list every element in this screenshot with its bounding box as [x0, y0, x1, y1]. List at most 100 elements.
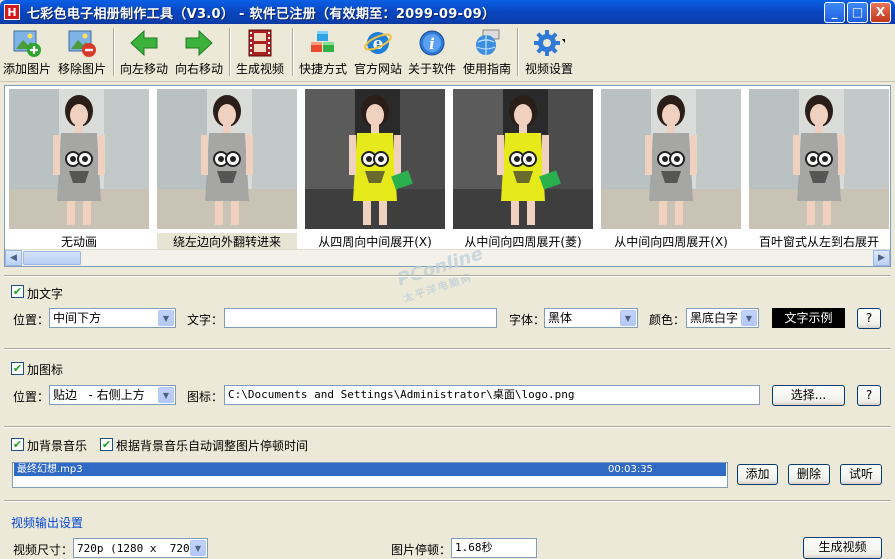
about-label: 关于软件: [407, 62, 456, 76]
pause-input[interactable]: 1.68秒: [451, 538, 537, 558]
remove-image-label: 移除图片: [57, 62, 106, 76]
maximize-button[interactable]: □: [847, 2, 868, 23]
svg-text:i: i: [429, 35, 435, 53]
video-output-title: 视频输出设置: [11, 516, 84, 530]
scroll-right-arrow-icon[interactable]: ▶: [873, 250, 890, 266]
remove-image-button[interactable]: 移除图片: [56, 26, 108, 78]
video-size-value: 720p (1280 x 720): [77, 542, 197, 555]
thumbnail-photo: [601, 89, 741, 229]
window-controls: _ □ X: [824, 2, 891, 23]
thumbnail-item[interactable]: 百叶窗式从左到右展开: [749, 89, 889, 250]
video-settings-button[interactable]: 视频设置: [521, 26, 577, 78]
add-music-checkbox[interactable]: ✔: [11, 438, 24, 451]
add-image-button[interactable]: 添加图片: [2, 26, 52, 78]
text-help-button[interactable]: ?: [857, 308, 881, 329]
section-divider: [4, 348, 891, 350]
title-bar: H 七彩色电子相册制作工具（V3.0） - 软件已注册（有效期至：2099-09…: [0, 0, 895, 24]
help-globe-icon: [471, 28, 503, 58]
music-list[interactable]: 最终幻想.mp3 00:03:35: [12, 462, 728, 488]
listen-music-button[interactable]: 试听: [840, 464, 882, 485]
thumbnail-photo: [453, 89, 593, 229]
video-settings-label: 视频设置: [524, 62, 573, 76]
ie-browser-icon: e: [362, 28, 394, 58]
add-music-label: 加背景音乐: [27, 439, 88, 453]
toolbar-separator: [517, 28, 519, 76]
delete-music-button[interactable]: 删除: [788, 464, 830, 485]
add-logo-label: 加图标: [27, 363, 64, 377]
thumbnail-photo: [305, 89, 445, 229]
guide-button[interactable]: 使用指南: [461, 26, 513, 78]
logo-help-button[interactable]: ?: [857, 385, 881, 406]
minimize-button[interactable]: _: [824, 2, 845, 23]
chevron-down-icon: ▼: [158, 310, 174, 326]
auto-adjust-label: 根据背景音乐自动调整图片停顿时间: [116, 439, 309, 453]
music-track-row[interactable]: 最终幻想.mp3 00:03:35: [14, 463, 726, 476]
add-logo-checkbox[interactable]: ✔: [11, 362, 24, 375]
logo-position-select[interactable]: 贴边 - 右侧上方 ▼: [49, 385, 176, 405]
thumbnail-item[interactable]: 从中间向四周展开(菱): [453, 89, 593, 250]
thumbnail-item[interactable]: 无动画: [9, 89, 149, 250]
shortcut-button[interactable]: 快捷方式: [297, 26, 349, 78]
text-content-input[interactable]: [224, 308, 497, 328]
thumbnail-item[interactable]: 从四周向中间展开(X): [305, 89, 445, 250]
text-position-select[interactable]: 中间下方 ▼: [49, 308, 176, 328]
section-divider: [4, 275, 891, 277]
toolbar: 添加图片 移除图片 向左移动 向右移动 生成视频 快捷方式 e 官方网站 i 关…: [0, 24, 895, 82]
pause-label: 图片停顿：: [391, 543, 452, 557]
logo-icon-label: 图标：: [187, 390, 224, 404]
move-right-button[interactable]: 向右移动: [173, 26, 225, 78]
section-divider: [4, 426, 891, 428]
font-value: 黑体: [548, 311, 573, 325]
thumbnail-photo: [749, 89, 889, 229]
scroll-thumb[interactable]: [23, 251, 81, 265]
gear-icon: [533, 28, 565, 58]
thumbnail-photo: [157, 89, 297, 229]
app-icon: H: [4, 4, 20, 20]
chevron-down-icon: ▼: [741, 310, 757, 326]
move-left-button[interactable]: 向左移动: [118, 26, 170, 78]
website-label: 官方网站: [353, 62, 402, 76]
thumbnail-caption: 百叶窗式从左到右展开: [758, 235, 879, 249]
close-button[interactable]: X: [870, 2, 891, 23]
toolbar-separator: [113, 28, 115, 76]
thumbnail-caption: 无动画: [60, 235, 97, 249]
video-size-select[interactable]: 720p (1280 x 720) ▼: [73, 538, 208, 558]
color-select[interactable]: 黑底白字 ▼: [686, 308, 759, 328]
font-select[interactable]: 黑体 ▼: [544, 308, 638, 328]
auto-adjust-checkbox[interactable]: ✔: [100, 438, 113, 451]
about-button[interactable]: i 关于软件: [406, 26, 458, 78]
thumbnail-photo: [9, 89, 149, 229]
generate-video-toolbar-button[interactable]: 生成视频: [234, 26, 286, 78]
add-text-checkbox[interactable]: ✔: [11, 285, 24, 298]
chevron-down-icon: ▼: [190, 540, 206, 556]
thumbnail-item[interactable]: 绕左边向外翻转进来: [157, 89, 297, 250]
choose-logo-button[interactable]: 选择...: [772, 385, 845, 406]
thumbnail-caption: 从四周向中间展开(X): [318, 235, 432, 249]
shortcut-label: 快捷方式: [298, 62, 347, 76]
website-button[interactable]: e 官方网站: [352, 26, 404, 78]
window-title: 七彩色电子相册制作工具（V3.0） - 软件已注册（有效期至：2099-09-0…: [27, 6, 496, 22]
text-sample-preview[interactable]: 文字示例: [772, 308, 845, 328]
track-name: 最终幻想.mp3: [17, 464, 83, 475]
remove-image-icon: [66, 28, 98, 58]
color-value: 黑底白字: [690, 311, 739, 325]
generate-video-button[interactable]: 生成视频: [803, 537, 882, 559]
generate-video-toolbar-label: 生成视频: [235, 62, 284, 76]
thumbnail-caption: 从中间向四周展开(X): [614, 235, 728, 249]
thumbnail-item[interactable]: 从中间向四周展开(X): [601, 89, 741, 250]
chevron-down-icon: ▼: [158, 387, 174, 403]
section-divider: [4, 500, 891, 502]
add-image-icon: [11, 28, 43, 58]
add-image-label: 添加图片: [2, 62, 51, 76]
toolbar-separator: [292, 28, 294, 76]
film-icon: [244, 28, 276, 58]
logo-path-input[interactable]: C:\Documents and Settings\Administrator\…: [224, 385, 760, 405]
chevron-down-icon: ▼: [620, 310, 636, 326]
scroll-left-arrow-icon[interactable]: ◀: [5, 250, 22, 266]
text-position-label: 位置：: [13, 313, 50, 327]
font-label: 字体：: [509, 313, 546, 327]
thumbnail-caption: 绕左边向外翻转进来: [157, 233, 297, 250]
logo-position-value: 贴边 - 右侧上方: [53, 388, 145, 402]
arrow-right-icon: [183, 28, 215, 58]
add-music-button[interactable]: 添加: [737, 464, 778, 485]
